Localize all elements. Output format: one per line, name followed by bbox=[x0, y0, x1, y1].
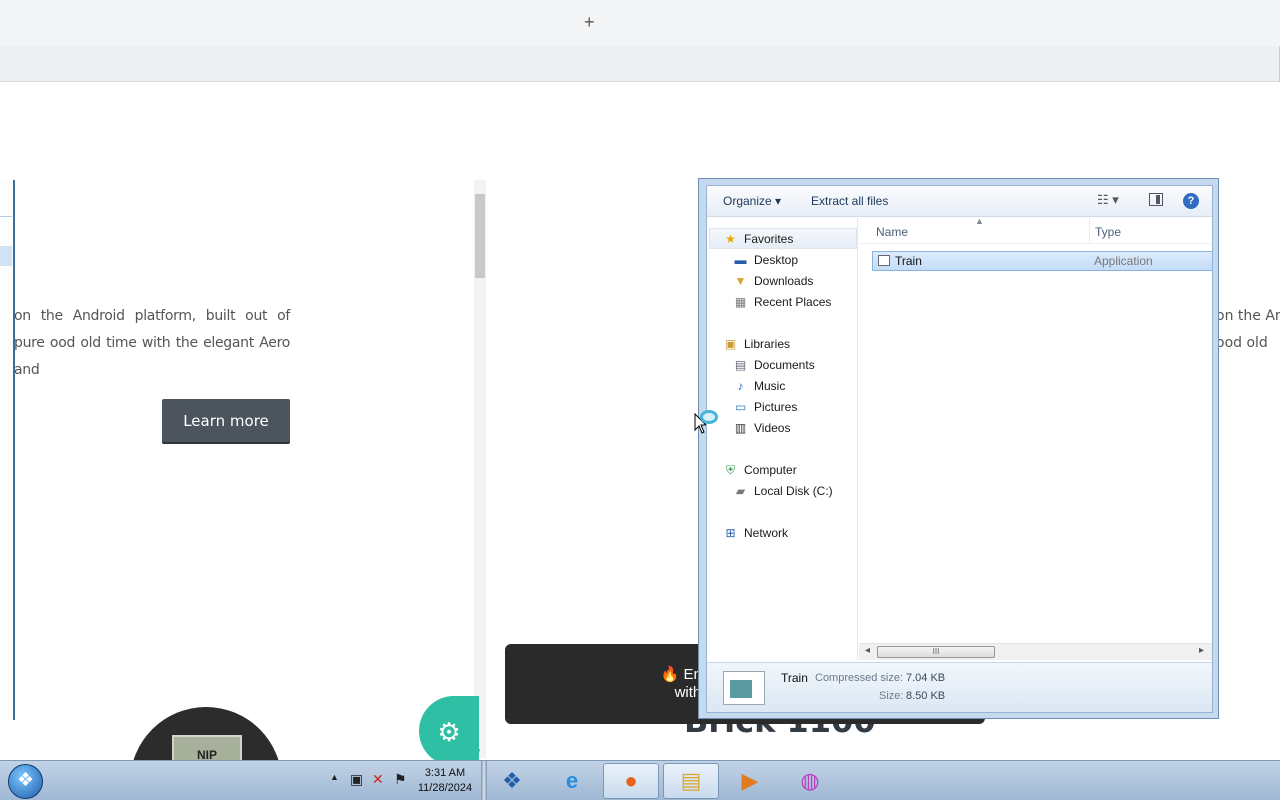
action-center-icon[interactable]: ▣ bbox=[350, 771, 363, 788]
nav-label: Recent Places bbox=[754, 295, 832, 309]
new-tab-button[interactable]: + bbox=[584, 12, 595, 33]
nav-label: Pictures bbox=[754, 400, 798, 414]
nav-label: Network bbox=[744, 526, 789, 540]
size-label: Size: bbox=[879, 690, 904, 702]
computer-icon: ⛨ bbox=[725, 463, 735, 477]
size-value: 8.50 KB bbox=[906, 690, 946, 702]
system-clock[interactable]: 3:31 AM 11/28/2024 bbox=[414, 766, 476, 796]
nav-recent-places[interactable]: ▦ Recent Places bbox=[733, 293, 832, 311]
nav-label: Desktop bbox=[754, 253, 799, 267]
horizontal-scroll-thumb[interactable]: III bbox=[877, 646, 995, 658]
nav-label: Favorites bbox=[744, 232, 794, 246]
organize-menu[interactable]: Organize ▾ bbox=[723, 194, 781, 208]
nav-label: Videos bbox=[754, 421, 791, 435]
internet-explorer-icon[interactable]: e bbox=[544, 763, 600, 799]
nav-label: Computer bbox=[744, 463, 797, 477]
learn-more-button[interactable]: Learn more bbox=[162, 399, 290, 442]
volume-muted-icon[interactable]: ✕ bbox=[372, 771, 384, 788]
windows-explorer-icon[interactable]: ▤ bbox=[663, 763, 719, 799]
drive-icon: ▰ bbox=[735, 484, 746, 498]
nav-network[interactable]: ⊞ Network bbox=[723, 524, 788, 542]
taskbar-windows-orb-icon[interactable]: ❖ bbox=[484, 763, 540, 799]
documents-icon: ▤ bbox=[734, 358, 747, 372]
extract-all-button[interactable]: Extract all files bbox=[811, 194, 888, 208]
right-text-line-2: ood old bbox=[1216, 335, 1268, 351]
navigation-pane: ★ Favorites ▬ Desktop ▼ Downloads ▦ Recent P… bbox=[707, 218, 858, 661]
downloads-folder-icon: ▼ bbox=[734, 274, 747, 288]
flag-icon[interactable]: ⚑ bbox=[394, 771, 407, 788]
nav-computer[interactable]: ⛨ Computer bbox=[723, 461, 797, 479]
horizontal-scrollbar[interactable]: ◂ III ▸ bbox=[859, 643, 1212, 660]
nav-desktop[interactable]: ▬ Desktop bbox=[733, 251, 799, 269]
file-row-train[interactable]: Train Application bbox=[872, 251, 1213, 271]
explorer-window[interactable]: Organize ▾ Extract all files ☷ ▾ ? ★ Favo… bbox=[698, 178, 1219, 719]
nav-label: Downloads bbox=[754, 274, 814, 288]
browser-tab-strip: + bbox=[0, 0, 1280, 46]
file-type: Application bbox=[1094, 254, 1153, 268]
scrollbar-thumb[interactable] bbox=[475, 194, 485, 278]
help-icon[interactable]: ? bbox=[1183, 193, 1199, 209]
explorer-body: Organize ▾ Extract all files ☷ ▾ ? ★ Favo… bbox=[706, 185, 1213, 713]
file-list-pane: Name ▲ Type Train Application ◂ III ▸ bbox=[859, 216, 1213, 661]
right-product-description: on the Ar ood old bbox=[1216, 303, 1280, 357]
start-button[interactable] bbox=[8, 764, 43, 799]
clock-date: 11/28/2024 bbox=[417, 782, 473, 794]
nav-favorites[interactable]: ★ Favorites bbox=[723, 230, 793, 248]
column-name[interactable]: Name bbox=[876, 225, 908, 239]
compressed-size-label: Compressed size: bbox=[815, 672, 904, 684]
view-options-icon[interactable]: ☷ ▾ bbox=[1097, 192, 1119, 208]
nav-label: Documents bbox=[754, 358, 815, 372]
nav-libraries[interactable]: ▣ Libraries bbox=[723, 335, 790, 353]
nav-downloads[interactable]: ▼ Downloads bbox=[733, 272, 814, 290]
taskbar: ▲ ▣ ✕ ⚑ 3:31 AM 11/28/2024 ❖ e ● ▤ ▶ ◍ bbox=[0, 760, 1280, 800]
command-bar: Organize ▾ Extract all files ☷ ▾ ? bbox=[707, 186, 1212, 217]
product-description: on the Android platform, built out of pu… bbox=[14, 308, 290, 378]
scroll-left-arrow[interactable]: ◂ bbox=[865, 645, 870, 656]
nav-label: Libraries bbox=[744, 337, 791, 351]
show-hidden-icons[interactable]: ▲ bbox=[330, 772, 339, 782]
browser-toolbar bbox=[0, 46, 1280, 82]
network-icon: ⊞ bbox=[725, 526, 736, 540]
nav-local-disk[interactable]: ▰ Local Disk (C:) bbox=[733, 482, 833, 500]
star-icon: ★ bbox=[725, 232, 736, 246]
color-wheel-icon[interactable]: ◍ bbox=[782, 763, 838, 799]
column-type[interactable]: Type bbox=[1095, 225, 1121, 239]
left-window-row bbox=[0, 195, 12, 217]
right-text-line-1: on the Ar bbox=[1216, 308, 1280, 324]
nav-music[interactable]: ♪ Music bbox=[733, 377, 786, 395]
details-pane: Train Compressed size: 7.04 KB Size: 8.5… bbox=[707, 662, 1212, 712]
preview-pane-icon[interactable] bbox=[1149, 193, 1163, 206]
file-thumbnail bbox=[723, 671, 765, 705]
busy-indicator-icon bbox=[700, 410, 718, 424]
file-name: Train bbox=[895, 254, 922, 268]
pictures-icon: ▭ bbox=[734, 400, 747, 414]
clock-time: 3:31 AM bbox=[424, 767, 466, 779]
libraries-icon: ▣ bbox=[724, 337, 737, 351]
column-header: Name ▲ Type bbox=[859, 216, 1212, 244]
left-window-selected-row bbox=[0, 246, 12, 266]
left-scrollbar[interactable]: v bbox=[474, 180, 486, 758]
nav-documents[interactable]: ▤ Documents bbox=[733, 356, 815, 374]
recent-places-icon: ▦ bbox=[734, 295, 747, 309]
compressed-size-value: 7.04 KB bbox=[906, 672, 946, 684]
application-icon bbox=[878, 255, 890, 266]
videos-icon: ▥ bbox=[734, 421, 747, 435]
left-embedded-window bbox=[0, 180, 15, 720]
gear-icon: ⚙ bbox=[437, 717, 461, 747]
details-file-name: Train bbox=[781, 671, 808, 685]
music-icon: ♪ bbox=[737, 379, 744, 393]
nav-label: Local Disk (C:) bbox=[754, 484, 833, 498]
desktop-icon: ▬ bbox=[734, 253, 747, 267]
media-player-icon[interactable]: ▶ bbox=[722, 763, 778, 799]
nav-pictures[interactable]: ▭ Pictures bbox=[733, 398, 798, 416]
nav-label: Music bbox=[754, 379, 786, 393]
settings-floating-button[interactable]: ⚙ bbox=[419, 696, 479, 766]
scroll-right-arrow[interactable]: ▸ bbox=[1199, 645, 1204, 656]
nav-videos[interactable]: ▥ Videos bbox=[733, 419, 791, 437]
column-divider[interactable] bbox=[1089, 218, 1090, 244]
firefox-icon[interactable]: ● bbox=[603, 763, 659, 799]
sort-up-icon: ▲ bbox=[975, 216, 984, 226]
